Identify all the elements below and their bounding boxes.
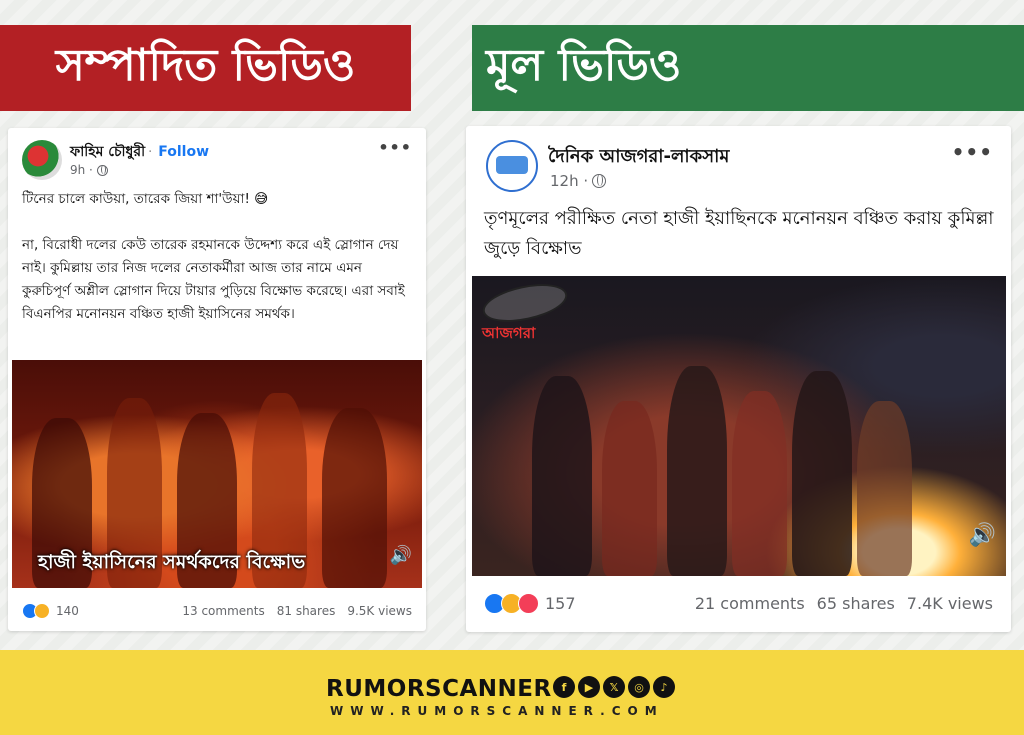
shares-count[interactable]: 81 shares <box>277 604 336 618</box>
comments-count[interactable]: 21 comments <box>695 594 805 613</box>
website-url[interactable]: WWW.RUMORSCANNER.COM <box>330 704 664 718</box>
more-options-icon[interactable]: ••• <box>378 138 412 157</box>
reaction-count: 157 <box>545 594 576 613</box>
instagram-icon[interactable]: ◎ <box>628 676 650 698</box>
post-footer: 157 21 comments 65 shares 7.4K views <box>466 593 1011 614</box>
follow-button[interactable]: Follow <box>158 144 209 160</box>
post-time[interactable]: 12h · <box>550 172 588 190</box>
page-logo <box>496 156 528 174</box>
video-caption: হাজী ইয়াসিনের সমর্থকদের বিক্ষোভ <box>38 551 306 573</box>
original-post-card: দৈনিক আজগরা-লাকসাম 12h · ••• তৃণমূলের পর… <box>466 126 1011 632</box>
brand-logo: RUMORSCANNER <box>326 676 552 702</box>
video-watermark: আজগরা <box>479 277 571 347</box>
love-icon <box>518 593 539 614</box>
post-footer: 140 13 comments 81 shares 9.5K views <box>8 603 426 619</box>
x-icon[interactable]: 𝕏 <box>603 676 625 698</box>
tiktok-icon[interactable]: ♪ <box>653 676 675 698</box>
comments-count[interactable]: 13 comments <box>182 604 264 618</box>
post-author[interactable]: ফাহিম চৌধুরী · Follow <box>70 140 209 164</box>
watermark-logo-icon <box>479 277 571 329</box>
post-video[interactable]: হাজী ইয়াসিনের সমর্থকদের বিক্ষোভ 🔊 <box>12 360 422 588</box>
avatar[interactable] <box>22 140 62 180</box>
post-text: তৃণমূলের পরীক্ষিত নেতা হাজী ইয়াছিনকে মন… <box>484 208 994 259</box>
post-time[interactable]: 9h · <box>70 163 93 177</box>
reactions[interactable]: 140 <box>22 603 79 619</box>
speaker-icon[interactable]: 🔊 <box>390 545 412 566</box>
reaction-count: 140 <box>56 604 79 618</box>
globe-icon <box>592 174 607 188</box>
post-author[interactable]: দৈনিক আজগরা-লাকসাম <box>548 142 729 173</box>
facebook-icon[interactable]: f <box>553 676 575 698</box>
social-icons: f ▶ 𝕏 ◎ ♪ <box>553 676 675 698</box>
views-count: 9.5K views <box>347 604 412 618</box>
more-options-icon[interactable]: ••• <box>952 140 993 164</box>
post-meta: 9h · <box>70 163 108 177</box>
post-stats: 13 comments 81 shares 9.5K views <box>182 604 412 618</box>
views-count: 7.4K views <box>906 594 993 613</box>
edited-post-card: ফাহিম চৌধুরী · Follow 9h · ••• টিনের চালে … <box>8 128 426 631</box>
speaker-icon[interactable]: 🔊 <box>969 523 996 548</box>
shares-count[interactable]: 65 shares <box>817 594 895 613</box>
post-meta: 12h · <box>550 172 607 190</box>
original-video-banner: মূল ভিডিও <box>472 25 1024 111</box>
post-text: টিনের চালে কাউয়া, তারেক জিয়া শা'উয়া! … <box>22 191 405 322</box>
globe-icon <box>96 164 108 176</box>
post-video[interactable]: আজগরা 🔊 <box>472 276 1006 576</box>
author-name[interactable]: ফাহিম চৌধুরী <box>70 144 145 160</box>
avatar[interactable] <box>486 140 538 192</box>
youtube-icon[interactable]: ▶ <box>578 676 600 698</box>
post-stats: 21 comments 65 shares 7.4K views <box>695 594 993 613</box>
haha-icon <box>34 603 50 619</box>
edited-video-banner: সম্পাদিত ভিডিও <box>0 25 411 111</box>
reactions[interactable]: 157 <box>484 593 576 614</box>
author-separator: · <box>148 145 153 160</box>
